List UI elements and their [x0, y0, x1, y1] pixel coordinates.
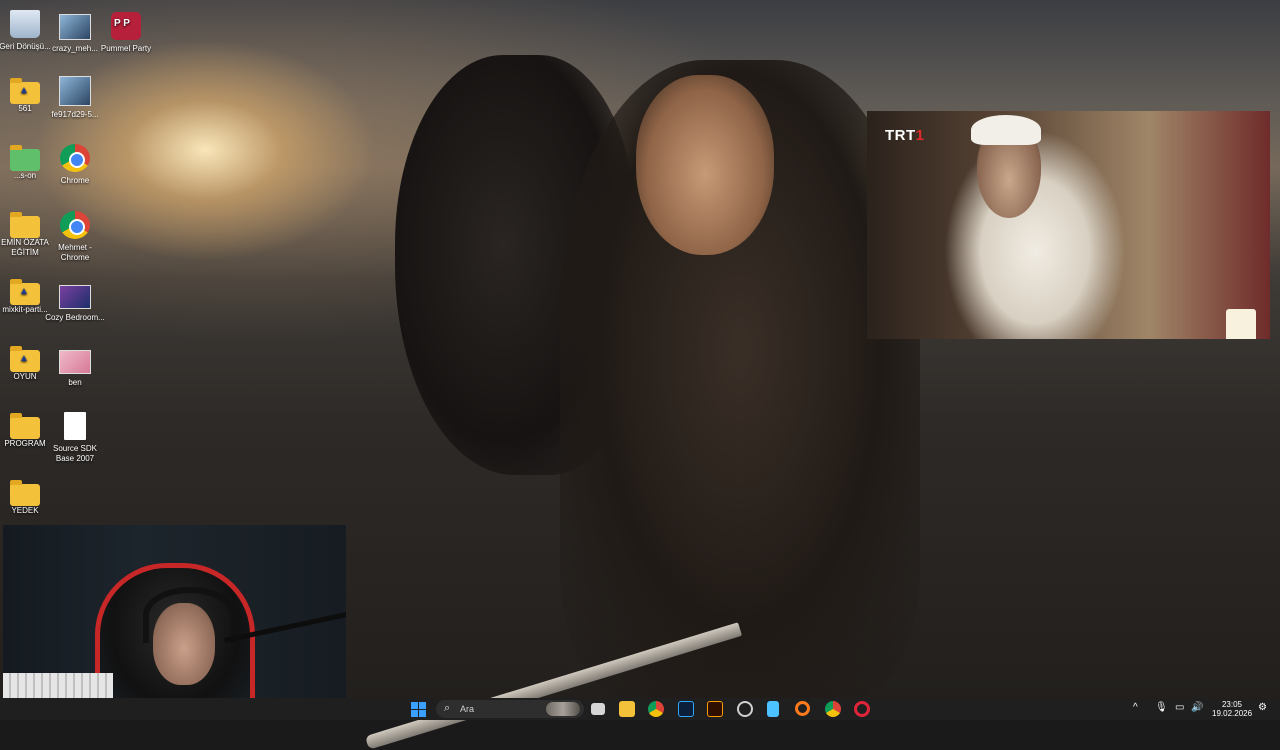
- desktop-icon-label: fe917d29-5...: [51, 110, 99, 119]
- desktop-icon-source-sdk[interactable]: Source SDK Base 2007: [43, 412, 107, 464]
- pummel-party-icon: [111, 12, 141, 40]
- notification-icon[interactable]: ⚙: [1258, 702, 1267, 713]
- windows-logo-icon: [411, 702, 418, 709]
- chrome-icon: [60, 144, 90, 172]
- folder-icon: [10, 78, 40, 104]
- task-view-button[interactable]: [591, 703, 605, 715]
- desktop-icon-ben[interactable]: ben: [43, 350, 107, 388]
- document-icon: [64, 412, 86, 440]
- clock-time: 23:05: [1221, 700, 1243, 709]
- search-app-taskbar-button[interactable]: [795, 701, 810, 716]
- folder-icon: [10, 413, 40, 439]
- windows-logo-icon: [419, 702, 426, 709]
- taskbar-clock[interactable]: 23:05 19.02.2026: [1212, 700, 1252, 718]
- start-button[interactable]: [410, 701, 426, 717]
- folder-icon: [10, 279, 40, 305]
- network-icon[interactable]: ▭: [1175, 702, 1184, 713]
- recycle-bin-icon: [10, 10, 40, 38]
- search-icon: ⌕: [444, 702, 451, 714]
- image-file-icon: [59, 350, 91, 374]
- desktop-icon-label: Pummel Party: [100, 44, 152, 53]
- illustrator-taskbar-button[interactable]: [707, 701, 723, 717]
- desktop-icon-label: Cozy Bedroom...: [45, 313, 105, 322]
- desktop-icon-cozy-bedroom[interactable]: Cozy Bedroom...: [43, 285, 107, 323]
- chrome-profile-taskbar-button[interactable]: [825, 701, 841, 717]
- notepad-taskbar-button[interactable]: [767, 701, 779, 717]
- search-placeholder: Ara: [460, 704, 475, 714]
- taskbar-search-box[interactable]: ⌕ Ara: [436, 700, 584, 718]
- desktop-icon-label: Mehmet - Chrome: [58, 243, 92, 262]
- chevron-up-icon[interactable]: ^: [1133, 702, 1138, 713]
- desktop-icon-mehmet-chrome[interactable]: Mehmet - Chrome: [43, 211, 107, 263]
- settings-badge-button[interactable]: [737, 701, 753, 717]
- desktop-icon-fe917d29[interactable]: fe917d29-5...: [43, 76, 107, 120]
- desktop-icon-label: YEDEK: [11, 506, 39, 515]
- windows-logo-icon: [419, 710, 426, 717]
- folder-icon: [10, 145, 40, 171]
- folder-icon: [10, 480, 40, 506]
- microphone-icon[interactable]: 🎙: [1155, 702, 1168, 713]
- trt1-logo: TRT1: [885, 127, 925, 144]
- image-file-icon: [59, 76, 91, 106]
- search-highlight-icon: [546, 702, 580, 716]
- chrome-icon: [60, 211, 90, 239]
- clock-date: 19.02.2026: [1212, 709, 1253, 718]
- chrome-taskbar-button[interactable]: [648, 701, 664, 717]
- desktop-icon-label: ben: [68, 378, 82, 387]
- trt-logo-text: TRT: [885, 127, 916, 144]
- desktop-icon-label: Chrome: [60, 176, 90, 185]
- file-explorer-button[interactable]: [619, 701, 635, 717]
- trt-logo-number: 1: [915, 127, 925, 144]
- headset-icon: [143, 587, 237, 643]
- radiator: [3, 673, 113, 698]
- webcam-overlay: [3, 525, 346, 698]
- tv-person-cap: [971, 115, 1041, 145]
- folder-icon: [10, 212, 40, 238]
- desktop-icon-label: Source SDK Base 2007: [52, 444, 98, 463]
- folder-icon: [10, 346, 40, 372]
- image-file-icon: [59, 14, 91, 40]
- wallpaper-warrior-face: [636, 75, 774, 255]
- candle-icon: [1226, 309, 1256, 339]
- image-file-icon: [59, 285, 91, 309]
- desktop-icon-chrome[interactable]: Chrome: [43, 144, 107, 186]
- taskbar: ⌕ Ara ^ 🎙 ▭ 🔊 23:05 19.02.2026 ⚙: [0, 698, 1280, 720]
- opera-taskbar-button[interactable]: [854, 701, 870, 717]
- windows-logo-icon: [411, 710, 418, 717]
- photoshop-taskbar-button[interactable]: [678, 701, 694, 717]
- desktop-icon-pummel-party[interactable]: Pummel Party: [94, 12, 158, 54]
- desktop-icon-yedek[interactable]: YEDEK: [0, 480, 57, 516]
- tv-broadcast-overlay: TRT1: [867, 111, 1270, 339]
- volume-icon[interactable]: 🔊: [1191, 702, 1203, 713]
